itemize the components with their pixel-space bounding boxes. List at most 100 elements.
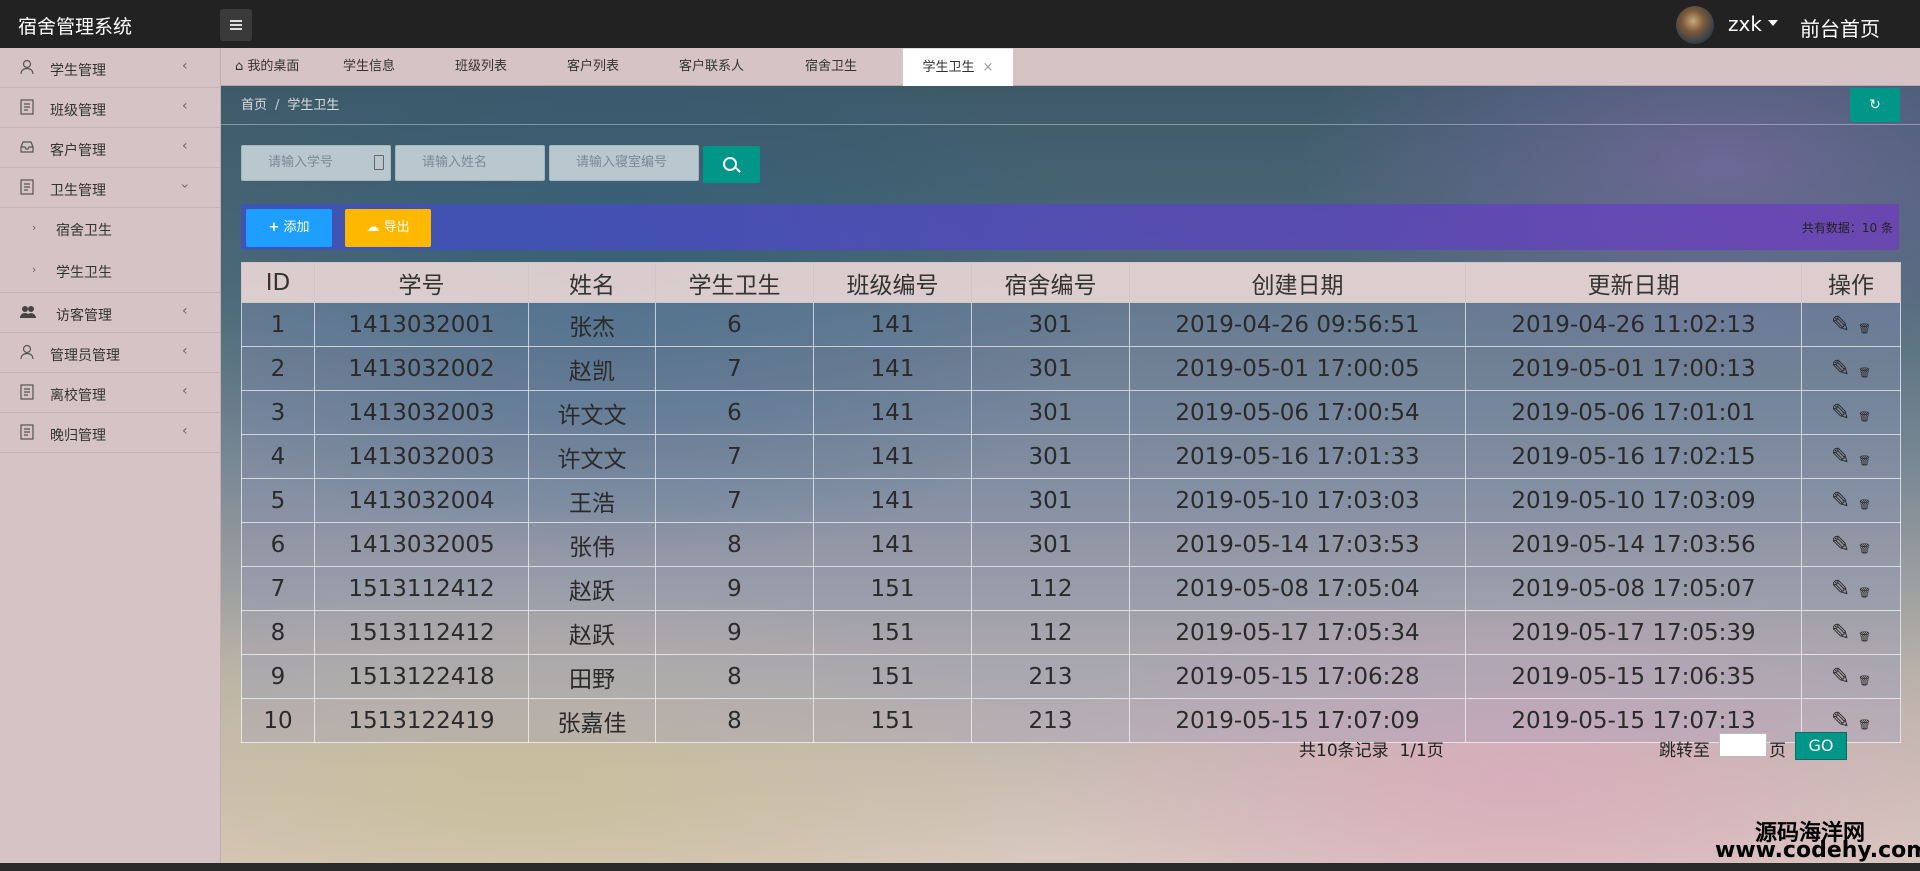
chevron-left-icon: ‹ (182, 303, 188, 319)
tab-customer-list[interactable]: 客户列表 (567, 48, 619, 85)
jump-page-input[interactable] (1719, 733, 1767, 757)
tab-student-hygiene[interactable]: 学生卫生 × (903, 48, 1013, 86)
delete-icon[interactable]: 🗑 (1858, 720, 1871, 731)
table-cell: 7 (655, 434, 814, 479)
edit-icon[interactable]: ✎ (1831, 488, 1850, 514)
table-cell: 2019-05-08 17:05:04 (1129, 566, 1466, 611)
tab-label: 宿舍卫生 (805, 59, 858, 74)
table-cell: 许文文 (528, 434, 656, 479)
table-cell: 2019-05-08 17:05:07 (1465, 566, 1802, 611)
table-row: 1 1413032001 张杰 6 141 301 2019-04-26 09:56:51 2… (241, 302, 1901, 347)
delete-icon[interactable]: 🗑 (1858, 324, 1871, 335)
tab-label: 我的桌面 (247, 59, 300, 74)
tab-dorm-hygiene[interactable]: 宿舍卫生 (805, 48, 857, 85)
tab-student-info[interactable]: 学生信息 (343, 48, 395, 85)
delete-icon[interactable]: 🗑 (1858, 632, 1871, 643)
user-icon (20, 344, 34, 360)
table-cell: 141 (813, 434, 972, 479)
table-cell: 1513112412 (314, 566, 529, 611)
edit-icon[interactable]: ✎ (1831, 620, 1850, 646)
close-icon[interactable]: × (983, 60, 994, 75)
table-cell: 6 (655, 390, 814, 435)
table-cell: 151 (813, 698, 972, 743)
chevron-down-icon[interactable] (1768, 20, 1778, 26)
table-cell: 213 (971, 698, 1130, 743)
export-label: 导出 (383, 220, 410, 235)
table-cell: 7 (655, 478, 814, 523)
student-no-input[interactable]: 请输入学号 (241, 145, 391, 181)
sidebar-item-label: 访客管理 (56, 308, 112, 324)
table-cell: 301 (971, 478, 1130, 523)
edit-icon[interactable]: ✎ (1831, 444, 1850, 470)
home-icon: ⌂ (235, 59, 244, 74)
delete-icon[interactable]: 🗑 (1858, 500, 1871, 511)
dorm-no-input[interactable]: 请输入寝室编号 (549, 145, 699, 181)
table-cell: 赵跃 (528, 610, 656, 655)
row-actions: ✎ 🗑 (1801, 390, 1901, 435)
sidebar-item-visitor-management[interactable]: 访客管理 ‹ (0, 293, 220, 333)
tab-class-list[interactable]: 班级列表 (455, 48, 507, 85)
sidebar-subitem-label: 宿舍卫生 (56, 223, 112, 239)
column-header: 学生卫生 (655, 262, 814, 303)
table-row: 9 1513122418 田野 8 151 213 2019-05-15 17:06:28 2… (241, 654, 1901, 699)
document-icon (20, 424, 34, 440)
sidebar-item-admin-management[interactable]: 管理员管理 ‹ (0, 333, 220, 373)
edit-icon[interactable]: ✎ (1831, 664, 1850, 690)
edit-icon[interactable]: ✎ (1831, 708, 1850, 734)
table-cell: 1413032002 (314, 346, 529, 391)
front-page-link[interactable]: 前台首页 (1800, 13, 1880, 42)
sidebar-item-customer-management[interactable]: 客户管理 ‹ (0, 128, 220, 168)
delete-icon[interactable]: 🗑 (1858, 588, 1871, 599)
edit-icon[interactable]: ✎ (1831, 312, 1850, 338)
tab-customer-contacts[interactable]: 客户联系人 (679, 48, 744, 85)
delete-icon[interactable]: 🗑 (1858, 456, 1871, 467)
refresh-icon: ↻ (1869, 97, 1881, 113)
table-cell: 2019-05-14 17:03:56 (1465, 522, 1802, 567)
sidebar-item-leave-school-management[interactable]: 离校管理 ‹ (0, 373, 220, 413)
edit-icon[interactable]: ✎ (1831, 532, 1850, 558)
breadcrumb-home[interactable]: 首页 (241, 98, 267, 113)
delete-icon[interactable]: 🗑 (1858, 368, 1871, 379)
add-button[interactable]: + 添加 (246, 209, 332, 247)
username[interactable]: zxk (1728, 12, 1762, 36)
app-title: 宿舍管理系统 (18, 16, 133, 38)
table-cell: 1513112412 (314, 610, 529, 655)
go-button[interactable]: GO (1795, 732, 1847, 760)
breadcrumb-separator: / (275, 98, 280, 113)
tab-my-desktop[interactable]: ⌂ 我的桌面 (235, 48, 299, 85)
sidebar-item-late-return-management[interactable]: 晚归管理 ‹ (0, 413, 220, 453)
column-header: 创建日期 (1129, 262, 1466, 303)
table-cell: 112 (971, 566, 1130, 611)
delete-icon[interactable]: 🗑 (1858, 676, 1871, 687)
edit-icon[interactable]: ✎ (1831, 356, 1850, 382)
row-actions: ✎ 🗑 (1801, 434, 1901, 479)
search-button[interactable] (703, 146, 760, 183)
sidebar-subitem-student-hygiene[interactable]: › 学生卫生 (0, 250, 220, 293)
plus-icon: + (268, 220, 280, 235)
edit-icon[interactable]: ✎ (1831, 576, 1850, 602)
sidebar-item-student-management[interactable]: 学生管理 ‹ (0, 48, 220, 88)
avatar[interactable] (1676, 6, 1714, 44)
name-input[interactable]: 请输入姓名 (395, 145, 545, 181)
sidebar-item-hygiene-management[interactable]: 卫生管理 ‹ (0, 168, 220, 208)
table-row: 3 1413032003 许文文 6 141 301 2019-05-06 17:00:54… (241, 390, 1901, 435)
chevron-left-icon: ‹ (182, 343, 188, 359)
row-actions: ✎ 🗑 (1801, 522, 1901, 567)
row-actions: ✎ 🗑 (1801, 566, 1901, 611)
delete-icon[interactable]: 🗑 (1858, 544, 1871, 555)
tab-label: 班级列表 (455, 59, 508, 74)
edit-icon[interactable]: ✎ (1831, 400, 1850, 426)
delete-icon[interactable]: 🗑 (1858, 412, 1871, 423)
chevron-left-icon: ‹ (182, 58, 188, 74)
export-button[interactable]: ☁ 导出 (345, 209, 431, 247)
table-cell: 8 (241, 610, 315, 655)
menu-toggle-button[interactable] (220, 9, 252, 41)
table-header-row: ID 学号 姓名 学生卫生 班级编号 宿舍编号 创建日期 更新日期 操作 (241, 262, 1901, 303)
refresh-button[interactable]: ↻ (1850, 88, 1900, 122)
column-header: 操作 (1801, 262, 1901, 303)
table-cell: 9 (241, 654, 315, 699)
breadcrumb-current: 学生卫生 (287, 98, 340, 113)
table-cell: 151 (813, 610, 972, 655)
sidebar-item-class-management[interactable]: 班级管理 ‹ (0, 88, 220, 128)
sidebar-subitem-dorm-hygiene[interactable]: › 宿舍卫生 (0, 208, 220, 250)
